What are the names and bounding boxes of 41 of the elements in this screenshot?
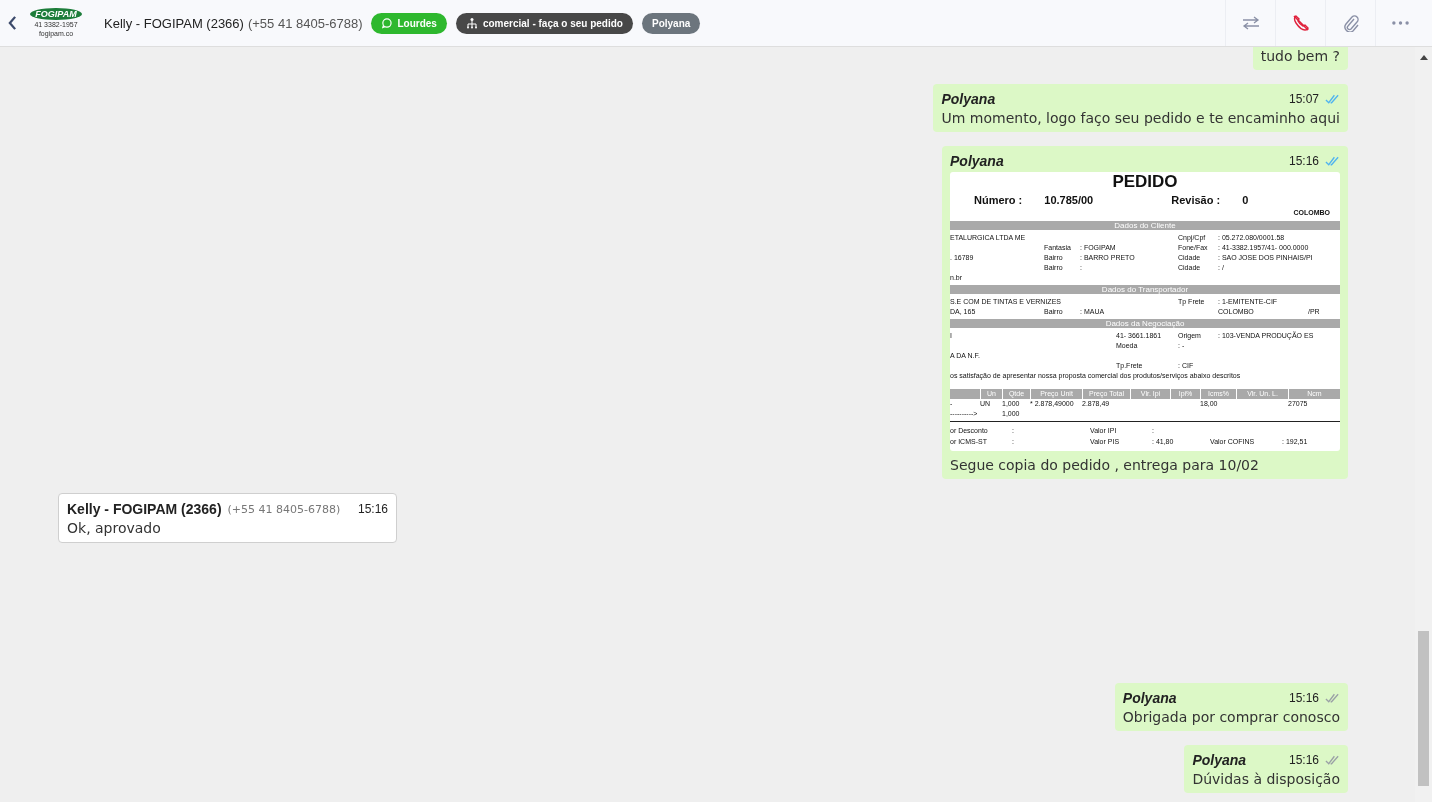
section-header: Dados do Transportador — [950, 285, 1340, 294]
message-text: Dúvidas à disposição — [1192, 771, 1340, 787]
contact-phone: (+55 41 8405-6788) — [247, 15, 363, 31]
revision-label: Revisão : — [1171, 194, 1221, 206]
sender-name: Polyana — [1192, 752, 1247, 768]
sender-phone: (+55 41 8405-6788) — [227, 502, 341, 516]
tag-badge[interactable]: comercial - faça o seu pedido — [455, 12, 633, 34]
section-header: Dados do Cliente — [950, 221, 1340, 230]
sender-name: Polyana — [941, 91, 996, 107]
message-text: Segue copia do pedido , entrega para 10/02 — [950, 457, 1260, 473]
order-document[interactable] — [950, 172, 1340, 451]
message-time: 15:16 — [357, 502, 388, 516]
message-time: 15:16 — [1288, 154, 1319, 168]
more-icon — [1392, 21, 1409, 25]
message-text: Obrigada por comprar conosco — [1122, 709, 1340, 725]
message-text: Ok, aprovado — [67, 520, 162, 536]
chat-bubble-icon — [381, 17, 393, 29]
logo-name: FOGIPAM — [30, 8, 82, 20]
hierarchy-icon — [465, 17, 478, 29]
scrollbar-thumb[interactable] — [1418, 631, 1429, 786]
tag-badge[interactable]: Polyana — [641, 12, 701, 34]
phone-off-icon — [1291, 14, 1310, 32]
number-label: Número : — [974, 194, 1023, 206]
message-time: 15:16 — [1288, 753, 1319, 767]
message-time: 15:07 — [1288, 92, 1319, 106]
sender-name: Kelly - FOGIPAM (2366) — [67, 501, 222, 517]
scroll-up-icon[interactable] — [1419, 55, 1428, 60]
swap-arrows-icon — [1241, 16, 1260, 30]
section-header: Dados da Negociação — [950, 319, 1340, 328]
revision-number: 0 — [1242, 194, 1249, 206]
sender-name: Polyana — [950, 153, 1004, 169]
message-text: tudo bem ? — [1260, 48, 1340, 64]
document-title: PEDIDO — [1111, 172, 1179, 192]
contact-name: Kelly - FOGIPAM (2366) — [104, 15, 244, 31]
back-button[interactable] — [6, 13, 18, 33]
sender-name: Polyana — [1122, 690, 1177, 706]
message-text: Um momento, logo faço seu pedido e te encaminho aqui — [941, 110, 1340, 126]
tag-badge[interactable]: Lourdes — [371, 12, 447, 34]
paperclip-icon — [1342, 14, 1359, 32]
message-time: 15:16 — [1288, 691, 1319, 705]
order-number: 10.785/00 — [1044, 194, 1094, 206]
